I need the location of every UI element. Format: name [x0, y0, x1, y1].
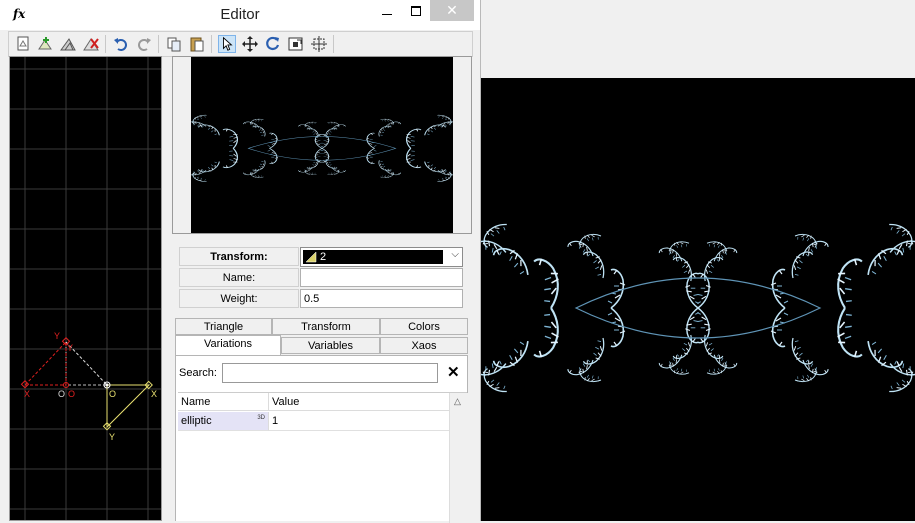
toolbar-separator: [211, 35, 212, 53]
tab-colors[interactable]: Colors: [380, 318, 468, 335]
variations-grid: Name Value elliptic 3D 1 △: [178, 392, 468, 523]
tab-triangle[interactable]: Triangle: [175, 318, 272, 335]
toolbar-separator: [333, 35, 334, 53]
copy-icon[interactable]: [165, 35, 183, 53]
tab-transform[interactable]: Transform: [272, 318, 380, 335]
add-transform-icon[interactable]: [36, 35, 54, 53]
tab-variables[interactable]: Variables: [281, 337, 380, 354]
fractal-shape: [481, 205, 915, 411]
fractal-render-image: [481, 78, 915, 521]
flip-icon[interactable]: [310, 35, 328, 53]
variations-panel: Search: ✕ Name Value elliptic 3D 1 △: [175, 355, 468, 523]
weight-label: Weight:: [179, 289, 299, 308]
select-pointer-icon[interactable]: [218, 35, 236, 53]
scroll-up-icon[interactable]: △: [454, 396, 461, 407]
weight-row: Weight: 0.5: [179, 289, 463, 309]
transform-row: Transform: 2 ⌵: [179, 247, 463, 267]
maximize-button[interactable]: [402, 0, 430, 21]
editor-toolbar: [8, 31, 473, 57]
search-label: Search:: [179, 367, 217, 379]
name-label: Name:: [179, 268, 299, 287]
delete-transform-icon[interactable]: [82, 35, 100, 53]
red-y-label: Y: [54, 331, 60, 341]
close-button[interactable]: ✕: [430, 0, 474, 21]
name-row: Name:: [179, 268, 463, 288]
vertical-scrollbar[interactable]: △: [449, 393, 468, 523]
redo-icon[interactable]: [135, 35, 153, 53]
preview-panel: [172, 56, 472, 234]
chevron-down-icon[interactable]: ⌵: [451, 249, 459, 260]
scale-icon[interactable]: [287, 35, 305, 53]
title-bar[interactable]: fx Editor ✕: [0, 0, 480, 30]
yellow-x-label: X: [151, 389, 157, 399]
tab-variations[interactable]: Variations: [175, 335, 281, 355]
toolbar-separator: [105, 35, 106, 53]
weight-field[interactable]: 0.5: [300, 289, 463, 308]
name-field[interactable]: [300, 268, 463, 287]
transform-number: 2: [320, 251, 327, 263]
fractal-render-view: [481, 78, 915, 521]
variation-value-cell[interactable]: 1: [269, 412, 449, 431]
transform-label: Transform:: [179, 247, 299, 266]
duplicate-transform-icon[interactable]: [59, 35, 77, 53]
variation-name: elliptic: [181, 415, 212, 427]
minimize-button[interactable]: [372, 0, 402, 21]
toolbar-separator: [158, 35, 159, 53]
yellow-o-label: O: [109, 389, 116, 399]
white-o-label: O: [58, 389, 65, 399]
fractal-preview: [191, 57, 453, 233]
transform-select[interactable]: 2 ⌵: [300, 247, 463, 267]
transform-select-value: 2: [303, 250, 443, 264]
red-y-label-secondary: Y: [67, 343, 73, 353]
paste-icon[interactable]: [188, 35, 206, 53]
editor-window: fx Editor ✕ Y Y X O O O X Y Transform: 2…: [0, 0, 481, 523]
red-o-label: O: [68, 389, 75, 399]
variation-name-cell[interactable]: elliptic 3D: [178, 412, 269, 431]
rotate-icon[interactable]: [264, 35, 282, 53]
triangle-editor-svg[interactable]: Y Y X O O O X Y: [10, 57, 162, 521]
yellow-y-label: Y: [109, 432, 115, 442]
triangle-editor-canvas[interactable]: Y Y X O O O X Y: [9, 56, 162, 521]
fractal-preview-image: [191, 57, 453, 233]
column-header-value[interactable]: Value: [269, 393, 449, 411]
move-icon[interactable]: [241, 35, 259, 53]
new-transform-icon[interactable]: [14, 35, 32, 53]
triangle-swatch-icon: [305, 251, 317, 263]
search-input[interactable]: [222, 363, 438, 383]
variation-3d-badge: 3D: [257, 415, 265, 421]
tab-xaos[interactable]: Xaos: [380, 337, 468, 354]
red-x-label: X: [24, 389, 30, 399]
clear-search-icon[interactable]: ✕: [447, 363, 460, 381]
column-header-name[interactable]: Name: [178, 393, 269, 411]
undo-icon[interactable]: [112, 35, 130, 53]
